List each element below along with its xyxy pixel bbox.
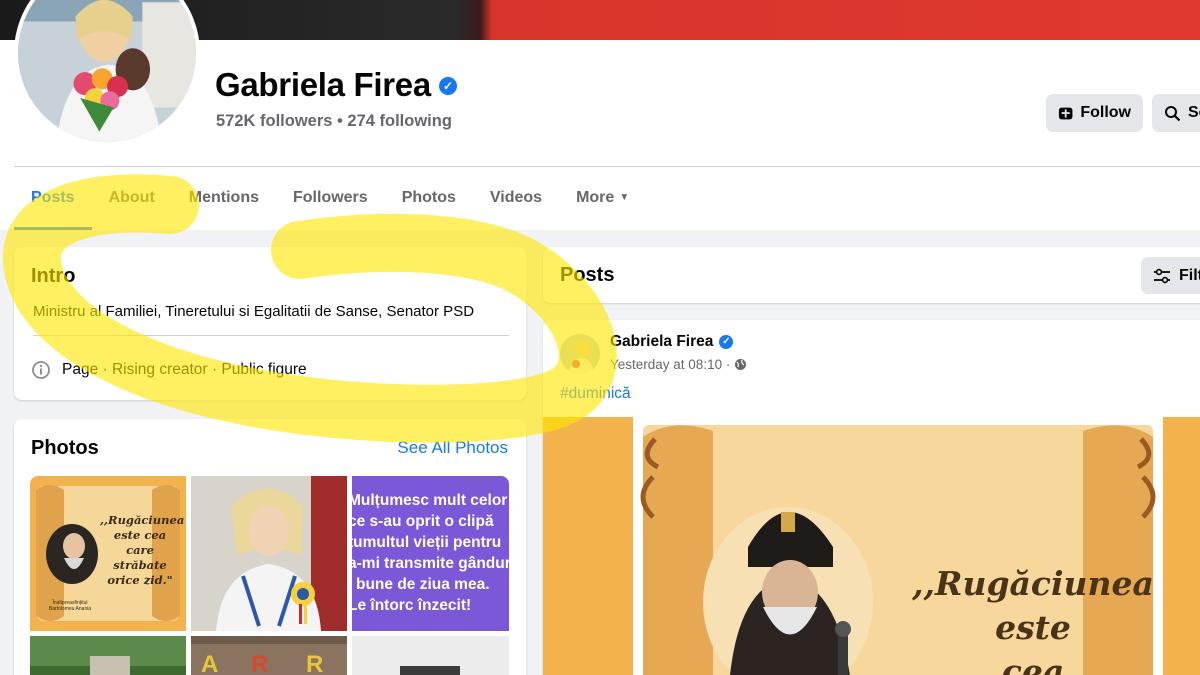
follow-icon xyxy=(1058,107,1073,119)
search-icon xyxy=(1165,105,1181,121)
verified-badge-icon: ✓ xyxy=(719,335,734,349)
svg-text:R: R xyxy=(306,651,323,675)
photo-quote-text: ,,Rugăciunea este cea care străbate oric… xyxy=(100,513,185,587)
follow-label: Follow xyxy=(1080,104,1131,121)
see-all-photos-link[interactable]: See All Photos xyxy=(397,438,508,458)
filter-icon xyxy=(1154,268,1170,283)
tab-about[interactable]: About xyxy=(92,176,172,230)
svg-text:A: A xyxy=(201,651,218,675)
tab-more-label: More xyxy=(576,189,615,206)
tab-posts[interactable]: Posts xyxy=(14,176,92,230)
post-image-line: cea xyxy=(1001,652,1065,675)
profile-tabs: Posts About Mentions Followers Photos Vi… xyxy=(14,176,646,230)
thank-you-line: bune de ziua mea. xyxy=(356,576,490,593)
photos-card: Photos See All Photos ,,Rugăciunea este … xyxy=(14,419,526,675)
follower-count[interactable]: 572K followers • 274 following xyxy=(216,112,452,131)
post-author-name[interactable]: Gabriela Firea ✓ xyxy=(610,333,734,351)
tab-videos[interactable]: Videos xyxy=(473,176,559,230)
photos-title: Photos xyxy=(31,437,99,459)
posts-header: Posts Filt xyxy=(543,247,1200,303)
header-divider xyxy=(14,166,1200,167)
photo-thumbnail[interactable]: ,,Rugăciunea este cea care străbate oric… xyxy=(30,476,186,631)
thank-you-text: Mulțumesc mult celor ce s-au oprit o cli… xyxy=(352,490,509,616)
tab-more[interactable]: More ▼ xyxy=(559,176,646,230)
thank-you-line: tumultul vieții pentru xyxy=(352,534,502,551)
follow-button[interactable]: Follow xyxy=(1046,94,1143,132)
post-hashtag[interactable]: #duminică xyxy=(560,385,631,403)
thank-you-line: Mulțumesc mult celor xyxy=(352,492,508,509)
category-text: Page · Rising creator · Public figure xyxy=(62,361,307,378)
search-label: Se xyxy=(1188,104,1200,121)
globe-icon xyxy=(735,359,747,370)
post-image-text: ,,Rugăciunea este cea xyxy=(883,562,1183,675)
post-time-text: Yesterday at 08:10 · xyxy=(610,357,731,372)
tab-followers[interactable]: Followers xyxy=(276,176,385,230)
verified-badge-icon: ✓ xyxy=(438,77,457,95)
filters-label: Filt xyxy=(1179,266,1200,284)
photo-thumbnail[interactable] xyxy=(191,476,347,631)
post-image-line: este xyxy=(995,608,1071,647)
thank-you-line: Le întorc înzecit! xyxy=(352,597,472,614)
photo-thumbnail[interactable] xyxy=(352,636,509,675)
post-timestamp[interactable]: Yesterday at 08:10 · xyxy=(610,357,747,372)
intro-divider xyxy=(33,335,509,336)
post-card: Gabriela Firea ✓ Yesterday at 08:10 · #du… xyxy=(543,320,1200,675)
profile-name: Gabriela Firea ✓ xyxy=(215,66,457,104)
photo-thumbnail[interactable]: ARR xyxy=(191,636,347,675)
intro-bio: Ministru al Familiei, Tineretului si Ega… xyxy=(33,303,475,320)
posts-title: Posts xyxy=(560,264,615,286)
photo-thumbnail[interactable]: Mulțumesc mult celor ce s-au oprit o cli… xyxy=(352,476,509,631)
tab-mentions[interactable]: Mentions xyxy=(172,176,276,230)
post-image-line: ,,Rugăciunea xyxy=(912,564,1154,603)
thank-you-line: ce s-au oprit o clipă xyxy=(352,513,494,530)
filters-button[interactable]: Filt xyxy=(1141,257,1200,294)
caret-down-icon: ▼ xyxy=(619,192,630,203)
intro-category: Page · Rising creator · Public figure xyxy=(31,360,307,380)
intro-card: Intro Ministru al Familiei, Tineretului … xyxy=(14,247,526,400)
photo-thumbnail[interactable] xyxy=(30,636,186,675)
photo-quote-caption: Înaltpreasfințitul Bartolomeu Anania xyxy=(48,600,92,612)
thank-you-line: a-mi transmite gânduri xyxy=(352,555,509,572)
tab-photos[interactable]: Photos xyxy=(385,176,473,230)
search-button[interactable]: Se xyxy=(1152,94,1200,132)
intro-title: Intro xyxy=(31,265,76,287)
info-icon xyxy=(32,361,50,379)
post-image[interactable]: ,,Rugăciunea este cea xyxy=(543,417,1200,675)
post-author-avatar[interactable] xyxy=(560,334,600,374)
svg-text:R: R xyxy=(251,651,268,675)
